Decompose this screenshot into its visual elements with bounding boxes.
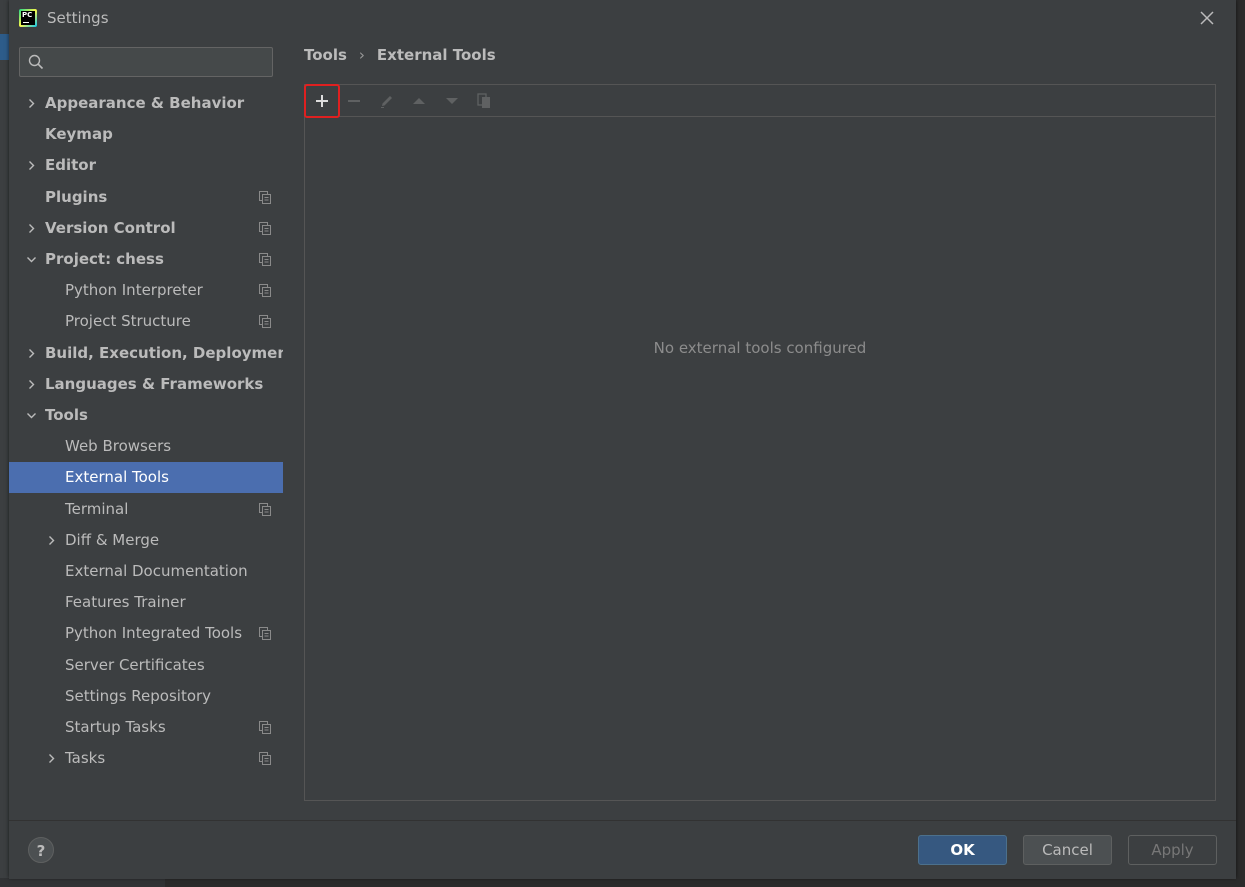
chevron-right-icon[interactable] — [26, 223, 37, 234]
sidebar-item-label: Project Structure — [65, 312, 191, 330]
sidebar-item-label: Project: chess — [45, 250, 164, 268]
tools-toolbar — [304, 84, 1215, 118]
sidebar-item-label: Editor — [45, 156, 96, 174]
sidebar-item-appearance-behavior[interactable]: Appearance & Behavior — [9, 88, 283, 119]
sidebar-item-label: Plugins — [45, 188, 108, 206]
help-button[interactable]: ? — [28, 837, 54, 863]
pycharm-app-icon: PC — [19, 9, 37, 27]
sidebar-item-label: Server Certificates — [65, 656, 205, 674]
sidebar-item-tasks[interactable]: Tasks — [9, 743, 283, 774]
copy-button[interactable] — [472, 89, 496, 113]
breadcrumb: Tools › External Tools — [304, 46, 496, 64]
move-up-icon — [413, 98, 425, 104]
sidebar-item-python-interpreter[interactable]: Python Interpreter — [9, 275, 283, 306]
search-input[interactable] — [19, 47, 273, 77]
ide-background-bottom — [0, 878, 165, 887]
dialog-footer: ? OK Cancel Apply — [9, 820, 1236, 879]
sidebar-item-label: Tasks — [65, 749, 106, 767]
sidebar-item-version-control[interactable]: Version Control — [9, 213, 283, 244]
sidebar-item-label: Web Browsers — [65, 437, 172, 455]
sidebar-item-languages-frameworks[interactable]: Languages & Frameworks — [9, 369, 283, 400]
copy-icon — [477, 93, 490, 108]
sidebar-item-label: Keymap — [45, 125, 113, 143]
move-down-button[interactable] — [440, 89, 464, 113]
edit-icon — [381, 96, 392, 108]
chevron-down-icon[interactable] — [26, 410, 37, 421]
settings-sidebar: Appearance & Behavior Keymap Editor Plugins… — [9, 36, 295, 820]
sidebar-item-label: Diff & Merge — [65, 531, 160, 549]
sidebar-item-label: Startup Tasks — [65, 718, 166, 736]
breadcrumb-separator: › — [358, 46, 365, 64]
sidebar-item-keymap[interactable]: Keymap — [9, 119, 283, 150]
sidebar-item-external-documentation[interactable]: External Documentation — [9, 556, 283, 587]
window-title: Settings — [47, 9, 109, 27]
sidebar-item-diff-merge[interactable]: Diff & Merge — [9, 525, 283, 556]
add-icon — [316, 95, 328, 107]
project-scope-icon — [259, 503, 271, 516]
project-scope-icon — [259, 627, 271, 640]
sidebar-item-label: Settings Repository — [65, 687, 212, 705]
project-scope-icon — [259, 222, 271, 235]
sidebar-item-label: Python Interpreter — [65, 281, 203, 299]
sidebar-item-terminal[interactable]: Terminal — [9, 494, 283, 525]
chevron-right-icon[interactable] — [46, 535, 57, 546]
project-scope-icon — [259, 284, 271, 297]
sidebar-item-label: External Tools — [65, 468, 169, 486]
close-icon — [1200, 11, 1214, 25]
move-down-icon — [446, 98, 458, 104]
project-scope-icon — [259, 752, 271, 765]
project-scope-icon — [259, 721, 271, 734]
close-button[interactable] — [1195, 6, 1219, 30]
chevron-right-icon[interactable] — [26, 98, 37, 109]
sidebar-item-label: Features Trainer — [65, 593, 186, 611]
ok-button[interactable]: OK — [918, 835, 1007, 865]
sidebar-item-server-certificates[interactable]: Server Certificates — [9, 650, 283, 681]
sidebar-item-python-integrated-tools[interactable]: Python Integrated Tools — [9, 618, 283, 649]
title-bar: PC Settings — [9, 0, 1236, 36]
project-scope-icon — [259, 315, 271, 328]
sidebar-item-label: Tools — [45, 406, 88, 424]
add-button[interactable] — [304, 84, 340, 118]
sidebar-item-label: Python Integrated Tools — [65, 624, 243, 642]
sidebar-item-label: Terminal — [65, 500, 129, 518]
remove-icon — [348, 100, 360, 102]
breadcrumb-current: External Tools — [376, 46, 496, 64]
chevron-right-icon[interactable] — [26, 379, 37, 390]
chevron-right-icon[interactable] — [26, 348, 37, 359]
remove-button[interactable] — [342, 89, 366, 113]
sidebar-item-features-trainer[interactable]: Features Trainer — [9, 587, 283, 618]
chevron-right-icon[interactable] — [46, 753, 57, 764]
project-scope-icon — [259, 253, 271, 266]
search-icon — [28, 54, 44, 70]
sidebar-item-label: Version Control — [45, 219, 176, 237]
empty-state-text: No external tools configured — [653, 339, 867, 357]
sidebar-item-startup-tasks[interactable]: Startup Tasks — [9, 712, 283, 743]
sidebar-item-label: Languages & Frameworks — [45, 375, 264, 393]
sidebar-item-label: Appearance & Behavior — [45, 94, 245, 112]
sidebar-item-settings-repository[interactable]: Settings Repository — [9, 681, 283, 712]
sidebar-item-project-structure[interactable]: Project Structure — [9, 306, 283, 337]
sidebar-item-project-chess[interactable]: Project: chess — [9, 244, 283, 275]
sidebar-item-label: Build, Execution, Deployment — [45, 344, 296, 362]
sidebar-item-external-tools[interactable]: External Tools — [9, 462, 283, 493]
sidebar-item-plugins[interactable]: Plugins — [9, 182, 283, 213]
chevron-right-icon[interactable] — [26, 160, 37, 171]
edit-button[interactable] — [375, 89, 399, 113]
sidebar-item-tools[interactable]: Tools — [9, 400, 283, 431]
main-panel: Tools › External Tools No external tools… — [283, 36, 1236, 820]
apply-button[interactable]: Apply — [1128, 835, 1217, 865]
breadcrumb-parent[interactable]: Tools — [304, 46, 347, 64]
cancel-button[interactable]: Cancel — [1023, 835, 1112, 865]
chevron-down-icon[interactable] — [26, 254, 37, 265]
external-tools-panel: No external tools configured — [304, 84, 1216, 801]
move-up-button[interactable] — [407, 89, 431, 113]
sidebar-item-editor[interactable]: Editor — [9, 150, 283, 181]
sidebar-item-web-browsers[interactable]: Web Browsers — [9, 431, 283, 462]
settings-dialog: PC Settings Appearance & Behavior Keymap E… — [9, 0, 1236, 879]
project-scope-icon — [259, 191, 271, 204]
sidebar-item-label: External Documentation — [65, 562, 248, 580]
sidebar-item-build-execution-deployment[interactable]: Build, Execution, Deployment — [9, 338, 295, 369]
